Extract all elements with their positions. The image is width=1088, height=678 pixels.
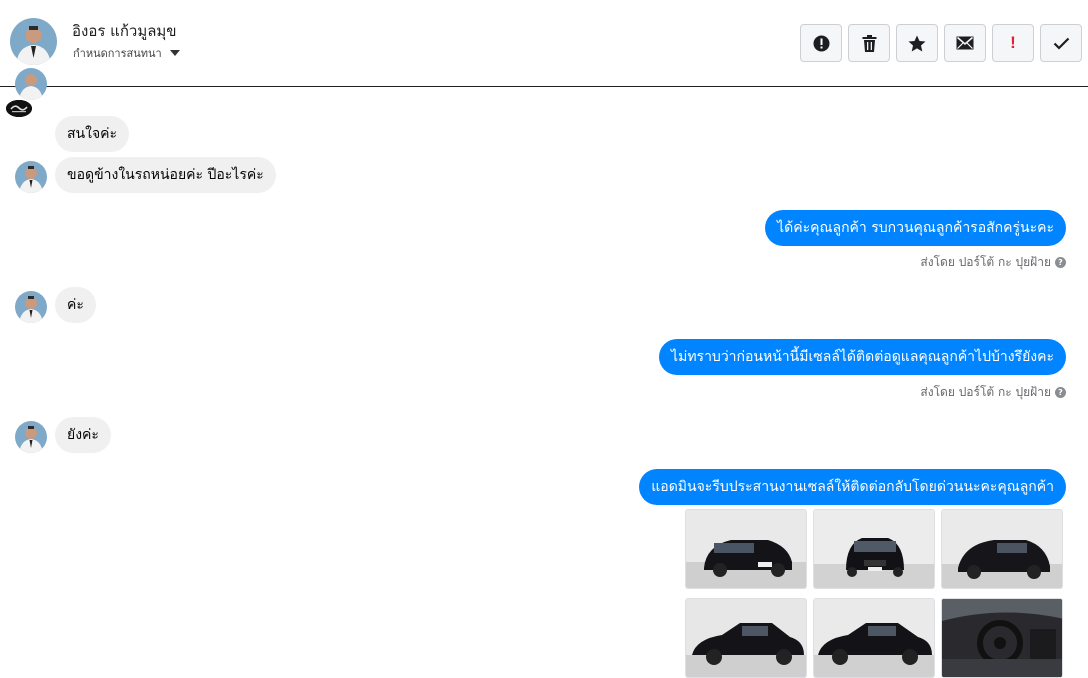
outgoing-message[interactable]: ได้ค่ะคุณลูกค้า รบกวนคุณลูกค้ารอสักครู่น… bbox=[765, 210, 1066, 246]
conversation-toolbar: ! bbox=[800, 24, 1082, 62]
sender-name: ส่งโดย ปอร์โต้ กะ ปุยฝ้าย bbox=[920, 255, 1051, 269]
contact-avatar bbox=[15, 68, 47, 100]
incoming-message[interactable]: ค่ะ bbox=[55, 287, 96, 323]
contact-avatar bbox=[15, 161, 47, 193]
conversation-schedule-label: กำหนดการสนทนา bbox=[73, 47, 162, 60]
sent-by-label: ส่งโดย ปอร์โต้ กะ ปุยฝ้าย ? bbox=[920, 383, 1066, 402]
page-logo-icon bbox=[6, 100, 32, 117]
outgoing-message[interactable]: แอดมินจะรีบประสานงานเซลล์ให้ติดต่อกลับโด… bbox=[639, 469, 1066, 505]
delete-button[interactable] bbox=[848, 24, 890, 62]
car-photo-front-left[interactable] bbox=[685, 509, 807, 589]
outgoing-message[interactable]: ไม่ทราบว่าก่อนหน้านี้มีเซลล์ได้ติดต่อดูแ… bbox=[659, 339, 1066, 375]
trash-icon bbox=[862, 34, 877, 52]
conversation-header: อิงอร แก้วมูลมุข กำหนดการสนทนา ! bbox=[0, 0, 1088, 87]
car-photo-rear-left[interactable] bbox=[941, 509, 1063, 589]
done-button[interactable] bbox=[1040, 24, 1082, 62]
exclamation-icon: ! bbox=[1010, 33, 1016, 52]
check-icon bbox=[1053, 37, 1070, 50]
help-icon[interactable]: ? bbox=[1055, 387, 1066, 398]
car-photo-side-2[interactable] bbox=[813, 598, 935, 678]
car-photo-side[interactable] bbox=[685, 598, 807, 678]
sent-by-label: ส่งโดย ปอร์โต้ กะ ปุยฝ้าย ? bbox=[920, 253, 1066, 272]
conversation-schedule-dropdown[interactable]: กำหนดการสนทนา bbox=[73, 44, 180, 62]
incoming-message[interactable]: ยังค่ะ bbox=[55, 417, 111, 453]
sender-name: ส่งโดย ปอร์โต้ กะ ปุยฝ้าย bbox=[920, 385, 1051, 399]
contact-name[interactable]: อิงอร แก้วมูลมุข bbox=[72, 19, 177, 43]
report-button[interactable] bbox=[800, 24, 842, 62]
contact-avatar[interactable] bbox=[10, 18, 57, 65]
envelope-icon bbox=[956, 36, 974, 50]
help-icon[interactable]: ? bbox=[1055, 257, 1066, 268]
star-button[interactable] bbox=[896, 24, 938, 62]
car-photo-interior[interactable] bbox=[941, 598, 1063, 678]
mark-unread-button[interactable] bbox=[944, 24, 986, 62]
caret-down-icon bbox=[169, 50, 180, 56]
star-icon bbox=[908, 35, 926, 52]
alert-circle-icon bbox=[813, 35, 830, 52]
important-button[interactable]: ! bbox=[992, 24, 1034, 62]
incoming-message[interactable]: ขอดูข้างในรถหน่อยค่ะ ปีอะไรค่ะ bbox=[55, 157, 276, 193]
incoming-message[interactable]: สนใจค่ะ bbox=[55, 116, 130, 152]
contact-avatar bbox=[15, 421, 47, 453]
car-photo-front[interactable] bbox=[813, 509, 935, 589]
contact-avatar bbox=[15, 291, 47, 323]
